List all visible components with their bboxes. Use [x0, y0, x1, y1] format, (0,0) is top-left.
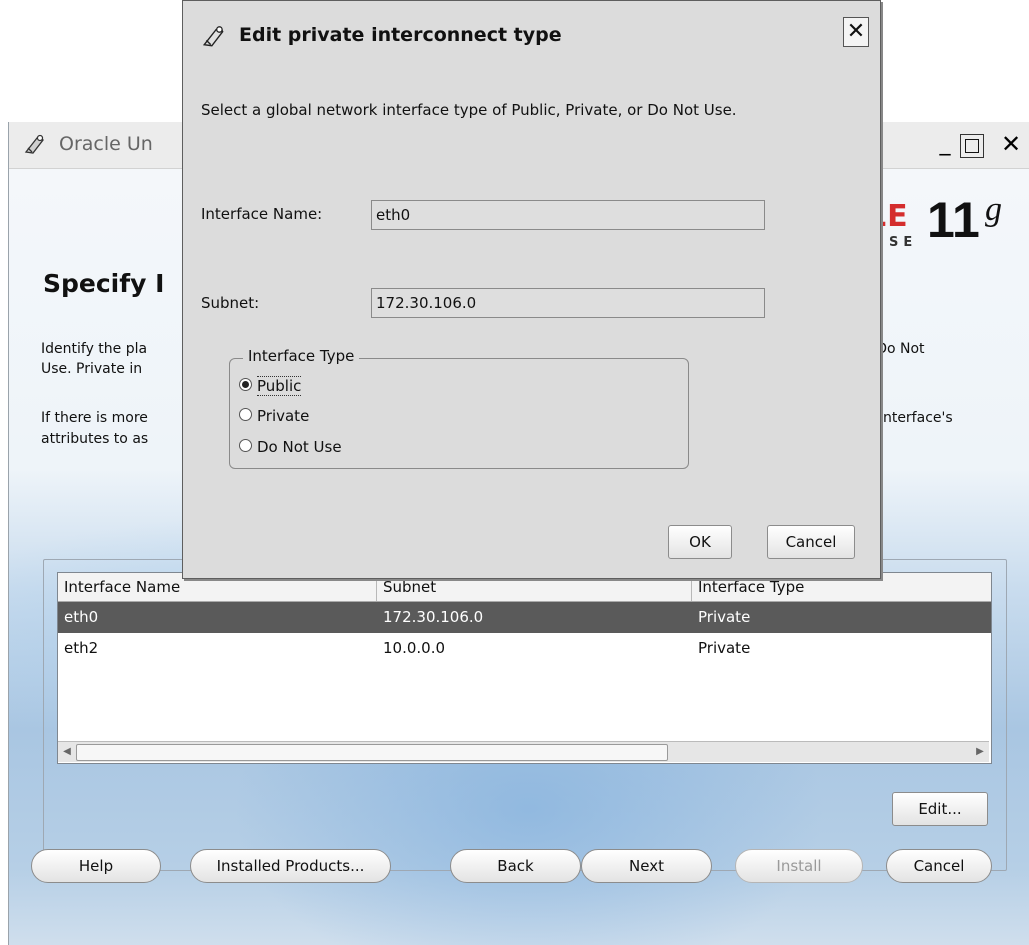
- next-button[interactable]: Next: [581, 849, 712, 883]
- cell-interface-name: eth2: [64, 639, 99, 657]
- brand-version-suffix: g: [985, 191, 1002, 228]
- cell-interface-type: Private: [698, 608, 751, 626]
- radio-selected-icon: [239, 378, 252, 391]
- radio-label: Do Not Use: [257, 438, 342, 456]
- horizontal-scrollbar[interactable]: ◀ ▶: [58, 741, 989, 762]
- interfaces-table[interactable]: Interface Name Subnet Interface Type eth…: [57, 572, 992, 764]
- radio-unselected-icon: [239, 408, 252, 421]
- interface-name-label: Interface Name:: [201, 205, 323, 223]
- interface-name-field[interactable]: eth0: [371, 200, 765, 230]
- radio-label: Public: [257, 376, 302, 396]
- dialog-title: Edit private interconnect type: [239, 24, 562, 46]
- radio-do-not-use[interactable]: Do Not Use: [239, 438, 342, 456]
- cell-subnet: 172.30.106.0: [383, 608, 484, 626]
- description-line: attributes to as: [41, 431, 149, 447]
- brand-version: 11: [927, 192, 980, 248]
- description-line: Identify the pla: [41, 341, 148, 357]
- dialog-cancel-button[interactable]: Cancel: [767, 525, 855, 559]
- description-line: Use. Private in: [41, 361, 143, 377]
- scroll-right-arrow-icon[interactable]: ▶: [973, 744, 987, 759]
- radio-public[interactable]: Public: [239, 376, 302, 396]
- table-row[interactable]: eth0 172.30.106.0 Private: [58, 602, 991, 633]
- brand-edition-text: SE: [889, 235, 918, 250]
- oracle-installer-icon: [24, 134, 44, 154]
- page-title: Specify I: [43, 269, 165, 298]
- radio-unselected-icon: [239, 439, 252, 452]
- subnet-label: Subnet:: [201, 294, 260, 312]
- window-close-button[interactable]: ✕: [999, 132, 1023, 158]
- description-line: If there is more: [41, 410, 148, 426]
- dialog-instruction: Select a global network interface type o…: [201, 101, 737, 119]
- oracle-installer-icon: [202, 26, 224, 47]
- back-button[interactable]: Back: [450, 849, 581, 883]
- install-button[interactable]: Install: [735, 849, 863, 883]
- table-row[interactable]: eth2 10.0.0.0 Private: [58, 633, 991, 664]
- help-button[interactable]: Help: [31, 849, 161, 883]
- installed-products-button[interactable]: Installed Products...: [190, 849, 391, 883]
- maximize-button[interactable]: [960, 134, 984, 158]
- ok-button[interactable]: OK: [668, 525, 732, 559]
- cell-subnet: 10.0.0.0: [383, 639, 446, 657]
- edit-button[interactable]: Edit...: [892, 792, 988, 826]
- dialog-titlebar[interactable]: Edit private interconnect type ✕: [183, 1, 880, 73]
- cell-interface-name: eth0: [64, 608, 99, 626]
- cell-interface-type: Private: [698, 639, 751, 657]
- subnet-field[interactable]: 172.30.106.0: [371, 288, 765, 318]
- minimize-button[interactable]: _: [933, 132, 957, 158]
- dialog-close-button[interactable]: ✕: [843, 17, 869, 47]
- cancel-button[interactable]: Cancel: [886, 849, 992, 883]
- radio-private[interactable]: Private: [239, 407, 309, 425]
- scrollbar-thumb[interactable]: [76, 744, 668, 761]
- edit-interconnect-dialog: Edit private interconnect type ✕ Select …: [182, 0, 881, 579]
- interface-type-legend: Interface Type: [243, 347, 360, 365]
- radio-label: Private: [257, 407, 310, 425]
- scroll-left-arrow-icon[interactable]: ◀: [60, 744, 74, 759]
- installer-title: Oracle Un: [59, 133, 153, 155]
